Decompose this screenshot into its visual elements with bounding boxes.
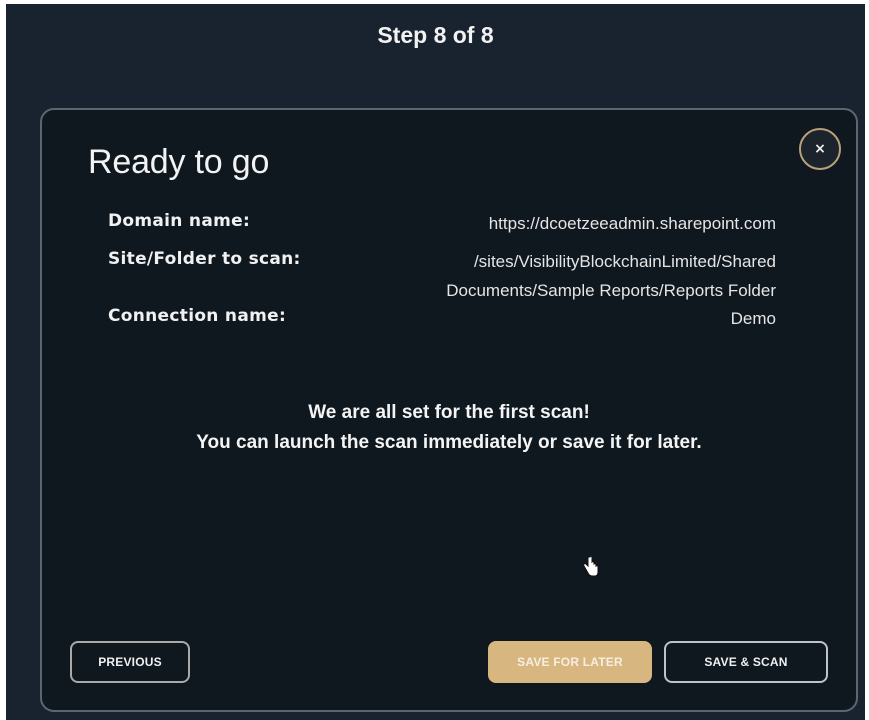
ready-dialog: × Ready to go Domain name: https://dcoet… bbox=[40, 108, 858, 712]
connection-name-label: Connection name: bbox=[108, 306, 287, 326]
previous-button[interactable]: PREVIOUS bbox=[70, 641, 190, 683]
wizard-screen: Step 8 of 8 × Ready to go Domain name: h… bbox=[6, 4, 865, 720]
ready-message-line2: You can launch the scan immediately or s… bbox=[196, 432, 702, 453]
save-and-scan-button[interactable]: SAVE & SCAN bbox=[664, 641, 828, 683]
close-icon: × bbox=[814, 141, 826, 157]
domain-name-label: Domain name: bbox=[108, 211, 251, 231]
site-folder-label: Site/Folder to scan: bbox=[108, 249, 301, 269]
connection-name-value: Demo bbox=[730, 309, 776, 328]
ready-message-line1: We are all set for the first scan! bbox=[308, 402, 590, 423]
save-for-later-button[interactable]: SAVE FOR LATER bbox=[488, 641, 652, 683]
close-button[interactable]: × bbox=[799, 128, 841, 170]
site-folder-value-line1: /sites/VisibilityBlockchainLimited/Share… bbox=[473, 252, 776, 271]
hand-pointer-cursor-icon bbox=[583, 556, 599, 577]
site-folder-value-line2: Documents/Sample Reports/Reports Folder bbox=[446, 281, 776, 300]
step-indicator: Step 8 of 8 bbox=[377, 22, 494, 48]
domain-name-value: https://dcoetzeeadmin.sharepoint.com bbox=[488, 214, 776, 233]
dialog-title: Ready to go bbox=[88, 143, 270, 181]
